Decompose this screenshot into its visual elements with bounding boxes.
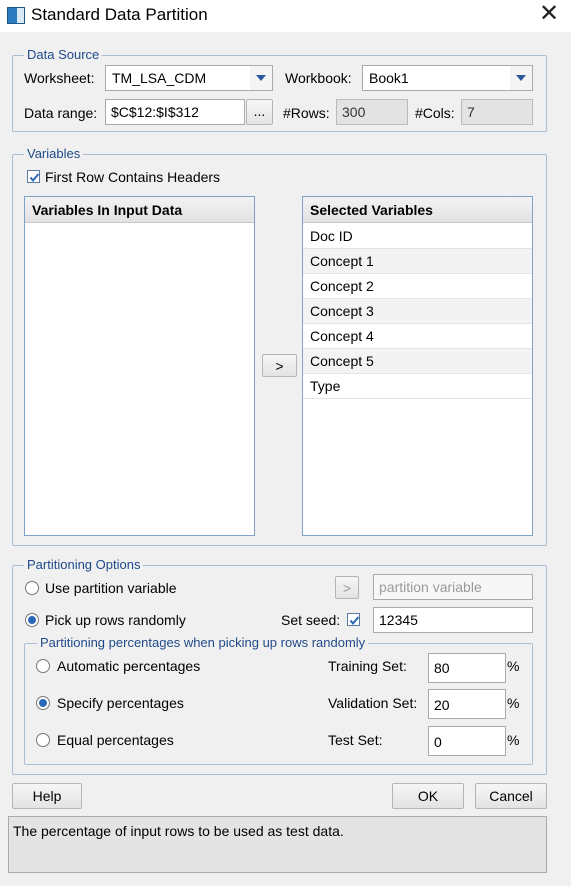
- status-panel: The percentage of input rows to be used …: [8, 816, 547, 873]
- validation-set-input[interactable]: 20: [428, 689, 506, 719]
- use-partition-variable-label: Use partition variable: [45, 580, 177, 596]
- validation-set-value: 20: [434, 697, 450, 713]
- list-item[interactable]: Type: [303, 374, 532, 399]
- test-set-value: 0: [434, 734, 442, 750]
- test-set-input[interactable]: 0: [428, 726, 506, 756]
- data-source-legend: Data Source: [24, 47, 103, 62]
- equal-percentages-label: Equal percentages: [57, 732, 174, 748]
- percentages-legend: Partitioning percentages when picking up…: [37, 635, 369, 650]
- data-range-label: Data range:: [24, 105, 98, 121]
- seed-value: 12345: [379, 612, 418, 628]
- first-row-headers-checkbox[interactable]: [27, 170, 40, 183]
- selected-variables-list[interactable]: Selected Variables Doc ID Concept 1 Conc…: [302, 196, 533, 536]
- specify-percentages-label: Specify percentages: [57, 695, 184, 711]
- training-set-label: Training Set:: [328, 658, 407, 674]
- chevron-down-icon[interactable]: [510, 66, 532, 90]
- move-to-selected-button[interactable]: >: [262, 354, 297, 377]
- cancel-button[interactable]: Cancel: [475, 783, 547, 809]
- worksheet-label: Worksheet:: [24, 70, 95, 86]
- equal-percentages-radio[interactable]: [36, 733, 50, 747]
- workbook-label: Workbook:: [285, 70, 352, 86]
- workbook-dropdown[interactable]: Book1: [362, 65, 533, 91]
- partition-variable-move-button: >: [335, 576, 359, 599]
- automatic-percentages-radio[interactable]: [36, 659, 50, 673]
- cols-value: 7: [467, 104, 475, 120]
- pick-rows-randomly-label: Pick up rows randomly: [45, 612, 186, 628]
- seed-input[interactable]: 12345: [373, 607, 533, 633]
- window-title: Standard Data Partition: [31, 5, 208, 24]
- list-item[interactable]: Concept 5: [303, 349, 532, 374]
- ok-button[interactable]: OK: [392, 783, 464, 809]
- app-window-icon: [7, 7, 25, 24]
- workbook-value: Book1: [369, 70, 409, 86]
- partition-variable-field: partition variable: [373, 574, 533, 600]
- validation-set-label: Validation Set:: [328, 695, 418, 711]
- input-variables-header: Variables In Input Data: [25, 197, 254, 223]
- list-item[interactable]: Concept 2: [303, 274, 532, 299]
- status-text: The percentage of input rows to be used …: [13, 823, 344, 839]
- input-variables-list[interactable]: Variables In Input Data: [24, 196, 255, 536]
- worksheet-value: TM_LSA_CDM: [112, 70, 207, 86]
- data-range-value: $C$12:$I$312: [111, 104, 199, 120]
- list-item[interactable]: Doc ID: [303, 224, 532, 249]
- set-seed-label: Set seed:: [281, 612, 341, 628]
- selected-variables-header: Selected Variables: [303, 197, 532, 223]
- set-seed-checkbox[interactable]: [347, 613, 360, 626]
- list-item[interactable]: Concept 1: [303, 249, 532, 274]
- data-range-browse-button[interactable]: ...: [246, 99, 273, 125]
- cols-field: 7: [461, 99, 533, 125]
- help-button[interactable]: Help: [12, 783, 82, 809]
- variables-legend: Variables: [24, 146, 84, 161]
- chevron-down-icon[interactable]: [250, 66, 272, 90]
- training-set-input[interactable]: 80: [428, 653, 506, 683]
- cols-label: #Cols:: [415, 105, 455, 121]
- automatic-percentages-label: Automatic percentages: [57, 658, 201, 674]
- rows-value: 300: [342, 104, 366, 120]
- list-item[interactable]: Concept 3: [303, 299, 532, 324]
- pick-rows-randomly-radio[interactable]: [25, 613, 39, 627]
- rows-label: #Rows:: [283, 105, 330, 121]
- test-set-label: Test Set:: [328, 732, 383, 748]
- title-bar: Standard Data Partition ✕: [0, 0, 571, 32]
- test-percent-sign: %: [507, 732, 520, 748]
- list-item[interactable]: Concept 4: [303, 324, 532, 349]
- training-set-value: 80: [434, 660, 450, 676]
- rows-field: 300: [336, 99, 408, 125]
- first-row-headers-label: First Row Contains Headers: [45, 169, 221, 185]
- partitioning-options-legend: Partitioning Options: [24, 557, 144, 572]
- worksheet-dropdown[interactable]: TM_LSA_CDM: [105, 65, 273, 91]
- partition-variable-placeholder: partition variable: [379, 579, 482, 595]
- use-partition-variable-radio[interactable]: [25, 581, 39, 595]
- data-range-input[interactable]: $C$12:$I$312: [105, 99, 245, 125]
- validation-percent-sign: %: [507, 695, 520, 711]
- training-percent-sign: %: [507, 658, 520, 674]
- close-icon[interactable]: ✕: [537, 2, 561, 26]
- specify-percentages-radio[interactable]: [36, 696, 50, 710]
